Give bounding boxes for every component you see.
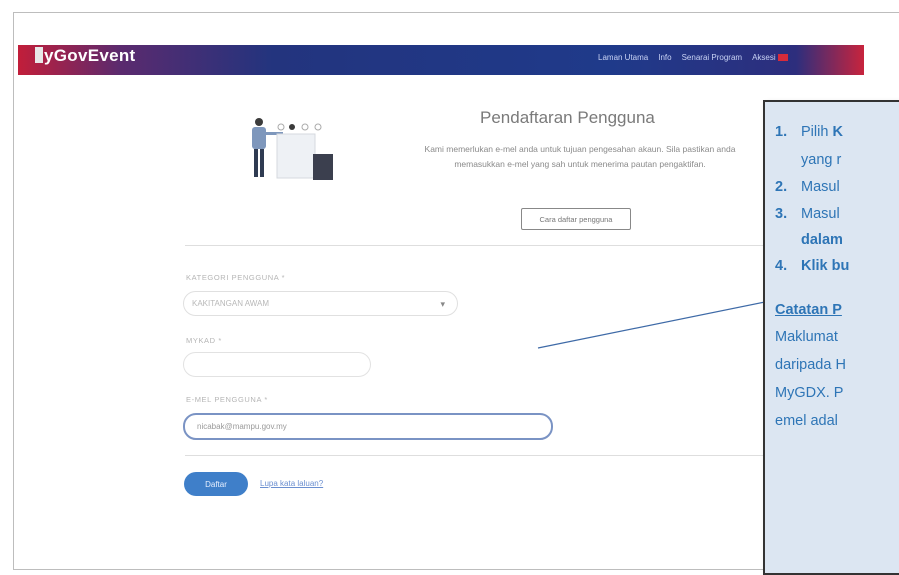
callout-note-line-4: emel adal [775, 413, 838, 429]
callout-step-4: 4. Klik bu [775, 258, 850, 274]
callout-step-1: 1. Pilih K [775, 124, 843, 140]
callout-step-3-cont: dalam [801, 232, 843, 248]
callout-step-1-cont: yang r [801, 152, 842, 168]
callout-note-heading: Catatan P [775, 302, 842, 318]
callout-note-line-1: Maklumat [775, 329, 838, 345]
callout-step-3: 3. Masul [775, 206, 840, 222]
callout-note-line-3: MyGDX. P [775, 385, 844, 401]
callout-note-line-2: daripada H [775, 357, 846, 373]
callout-step-2: 2. Masul [775, 179, 840, 195]
instruction-callout: 1. Pilih K yang r 2. Masul 3. Masul dalam 4… [763, 100, 899, 575]
